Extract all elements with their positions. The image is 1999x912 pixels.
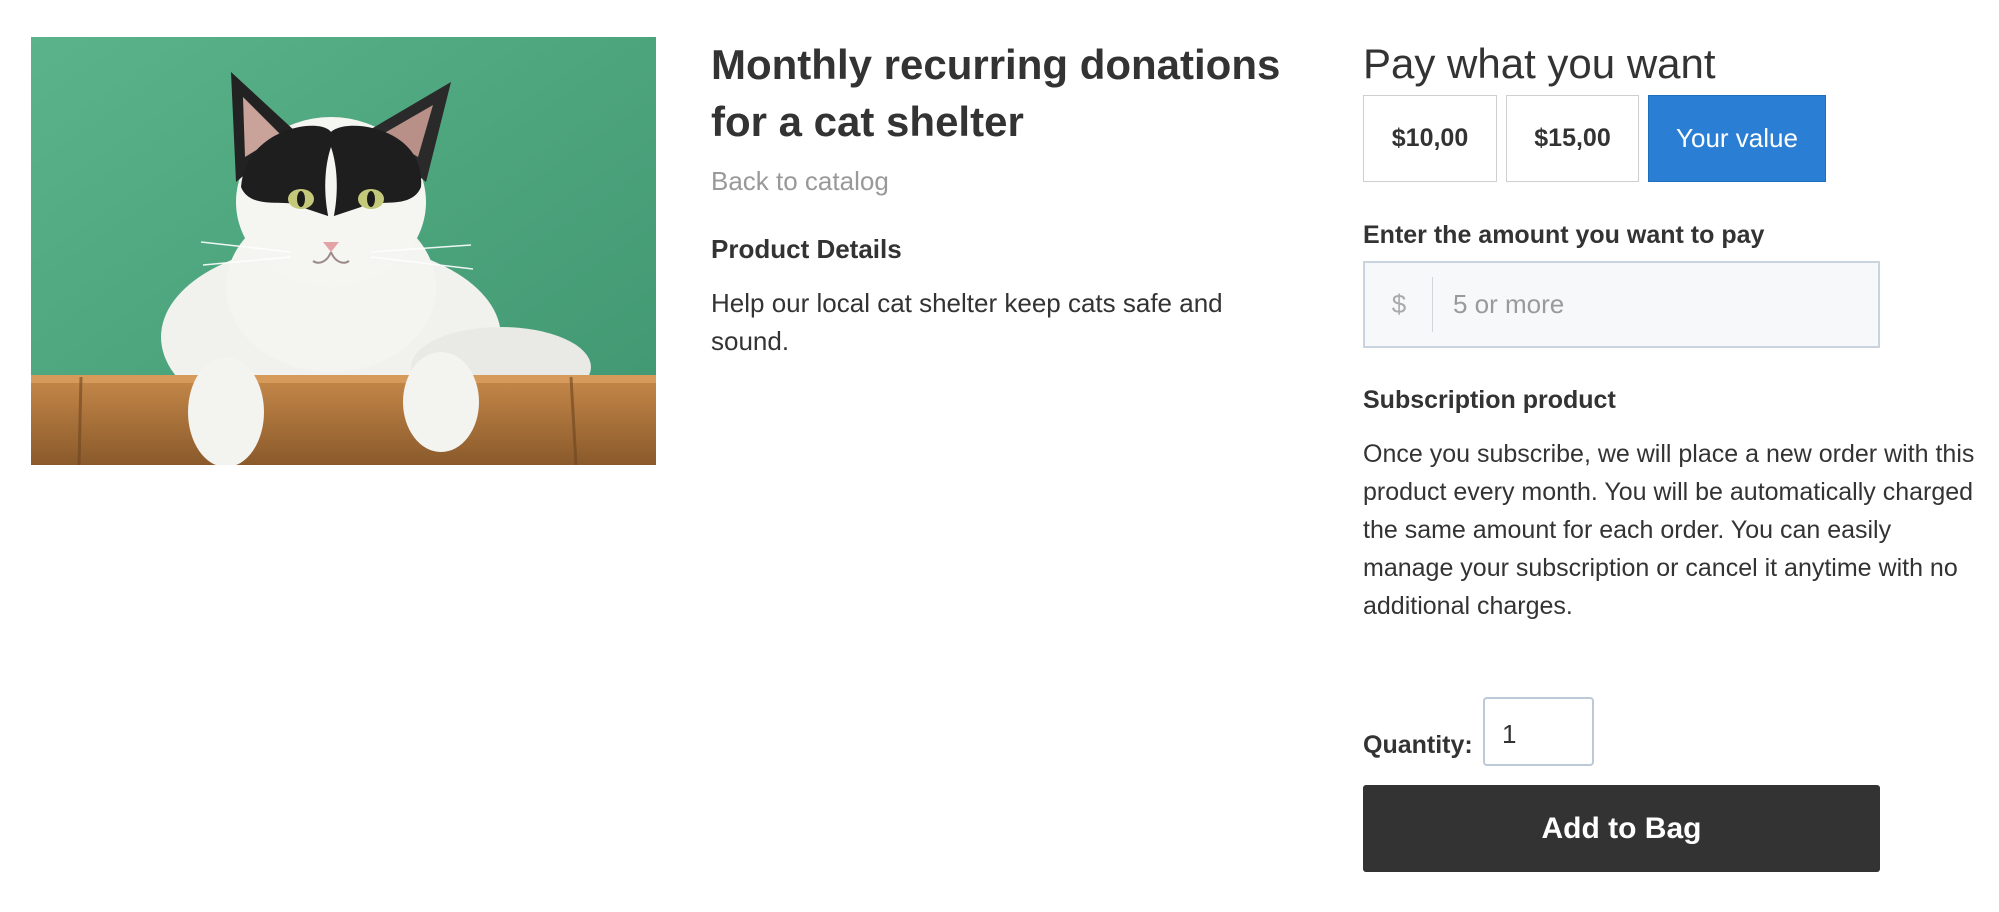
price-option-custom-button[interactable]: Your value — [1648, 95, 1826, 182]
price-option-15-button[interactable]: $15,00 — [1506, 95, 1639, 182]
purchase-panel: Pay what you want $10,00 $15,00 Your val… — [1363, 36, 1983, 872]
price-option-10-button[interactable]: $10,00 — [1363, 95, 1497, 182]
amount-label: Enter the amount you want to pay — [1363, 221, 1765, 249]
price-options: $10,00 $15,00 Your value — [1363, 95, 1826, 182]
subscription-text: Once you subscribe, we will place a new … — [1363, 440, 1975, 620]
add-to-bag-button[interactable]: Add to Bag — [1363, 785, 1880, 872]
amount-field: $ — [1363, 261, 1880, 348]
quantity-input[interactable] — [1483, 697, 1594, 766]
subscription-heading: Subscription product — [1363, 386, 1616, 414]
currency-symbol: $ — [1365, 263, 1433, 346]
product-details-heading: Product Details — [711, 234, 902, 264]
product-image — [31, 37, 656, 465]
cat-photo-icon — [31, 37, 656, 465]
product-title: Monthly recurring donations for a cat sh… — [711, 41, 1281, 145]
product-details-text: Help our local cat shelter keep cats saf… — [711, 288, 1223, 356]
back-to-catalog-link[interactable]: Back to catalog — [711, 164, 889, 198]
quantity-label: Quantity: — [1363, 731, 1473, 759]
product-info: Monthly recurring donations for a cat sh… — [711, 36, 1301, 360]
pay-what-you-want-title: Pay what you want — [1363, 40, 1716, 87]
amount-input[interactable] — [1433, 263, 1878, 346]
